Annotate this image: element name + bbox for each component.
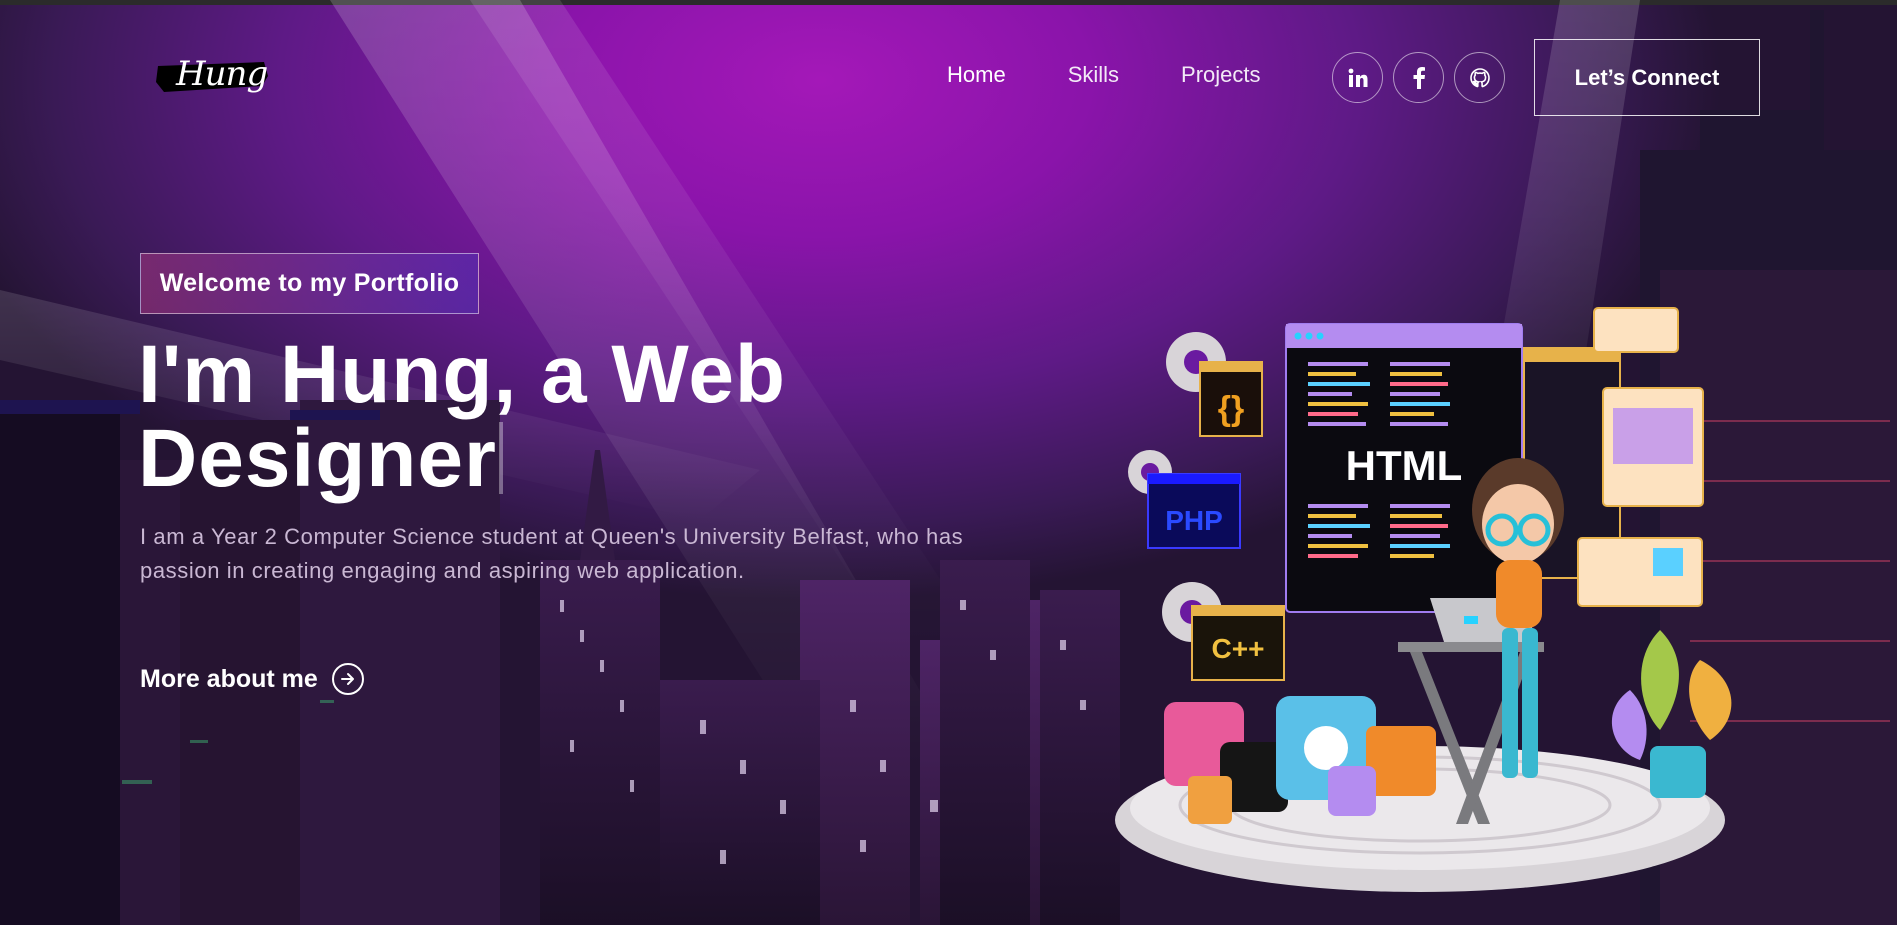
building bbox=[660, 680, 820, 925]
social-icons bbox=[1332, 52, 1505, 103]
facebook-link[interactable] bbox=[1393, 52, 1444, 103]
typing-caret bbox=[498, 422, 503, 494]
arrow-right-circle-icon bbox=[331, 663, 364, 695]
folder-app-icon bbox=[1366, 726, 1436, 796]
curly-braces-label: {} bbox=[1218, 390, 1244, 428]
building bbox=[940, 560, 1030, 925]
cpp-label: C++ bbox=[1212, 633, 1265, 664]
headline-line-2: Designer bbox=[138, 413, 497, 504]
developer-illustration: HTML {} PHP C++ bbox=[1115, 307, 1732, 892]
linkedin-link[interactable] bbox=[1332, 52, 1383, 103]
nav-projects-link[interactable]: Projects bbox=[1181, 62, 1260, 88]
github-icon bbox=[1469, 67, 1490, 87]
nav-skills-link[interactable]: Skills bbox=[1068, 62, 1119, 88]
building-roof bbox=[0, 400, 140, 414]
php-label: PHP bbox=[1165, 505, 1223, 536]
building bbox=[1700, 110, 1820, 170]
logo-text: Hung bbox=[176, 54, 268, 94]
user-app-icon bbox=[1328, 766, 1376, 816]
html-label: HTML bbox=[1346, 442, 1463, 489]
github-link[interactable] bbox=[1454, 52, 1505, 103]
hero-description: I am a Year 2 Computer Science student a… bbox=[140, 524, 964, 583]
code-card bbox=[1593, 307, 1679, 353]
image-app-icon bbox=[1188, 776, 1232, 824]
facebook-icon bbox=[1413, 66, 1425, 89]
building bbox=[540, 560, 660, 925]
code-image-card bbox=[1577, 537, 1703, 607]
headline-line-1: I'm Hung, a Web bbox=[138, 329, 787, 420]
building bbox=[0, 410, 120, 925]
lets-connect-button[interactable]: Let’s Connect bbox=[1534, 39, 1760, 116]
more-about-me-button[interactable]: More about me bbox=[140, 663, 364, 695]
logo[interactable]: Hung bbox=[154, 52, 270, 100]
more-about-me-label: More about me bbox=[140, 664, 318, 693]
nav-home-link[interactable]: Home bbox=[947, 62, 1006, 88]
linkedin-icon bbox=[1348, 68, 1367, 87]
main-nav: Home Skills Projects bbox=[947, 62, 1261, 88]
antenna bbox=[1810, 10, 1824, 270]
hero-headline: I'm Hung, a Web Designer bbox=[138, 333, 898, 501]
welcome-tagline: Welcome to my Portfolio bbox=[140, 253, 479, 314]
hero-background: Hung Home Skills Projects Let’s Connect … bbox=[0, 0, 1897, 925]
